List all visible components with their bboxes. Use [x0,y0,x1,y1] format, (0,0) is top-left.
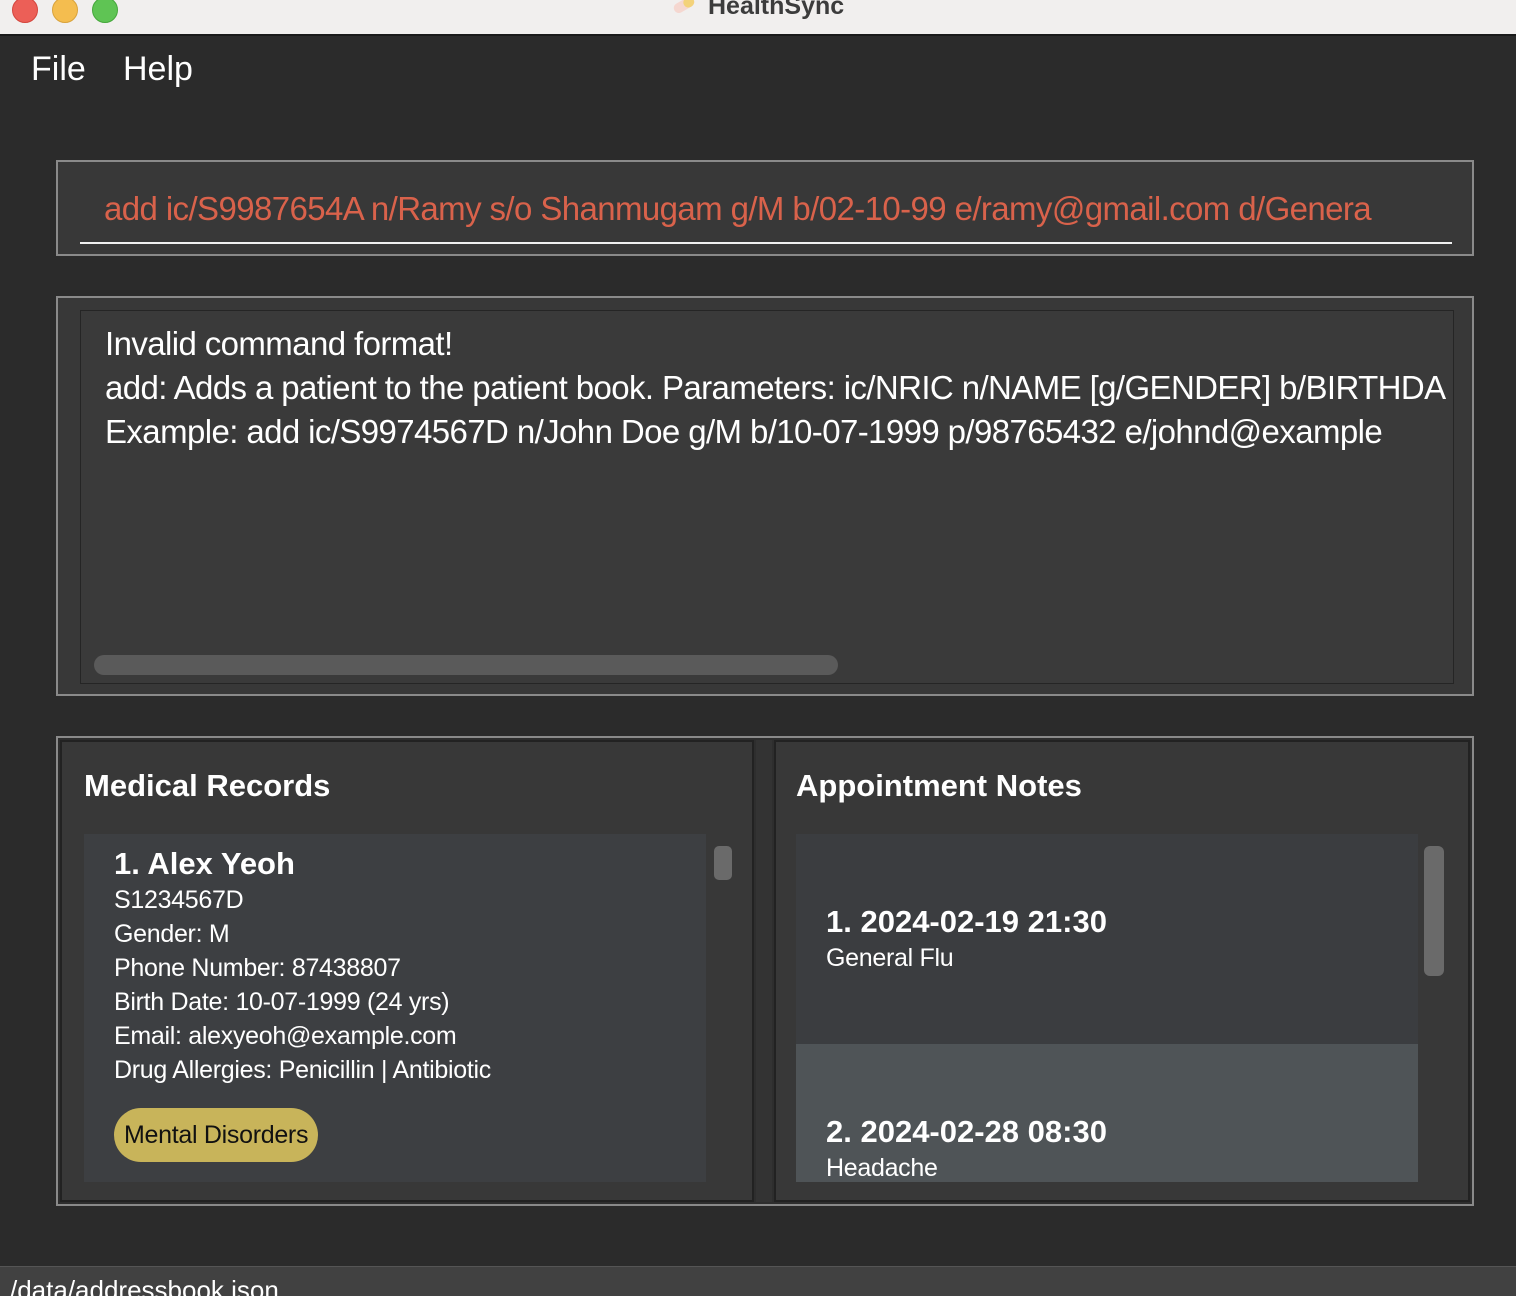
status-bar: /data/addressbook.json [0,1266,1516,1296]
window-title: HealthSync [708,0,845,20]
command-box: add ic/S9987654A n/Ramy s/o Shanmugam g/… [56,160,1474,256]
maximize-window-button[interactable] [92,0,118,23]
close-window-button[interactable] [12,0,38,23]
menu-file[interactable]: File [31,50,86,89]
menu-help[interactable]: Help [123,50,193,89]
command-input[interactable]: add ic/S9987654A n/Ramy s/o Shanmugam g/… [80,176,1452,244]
patient-birth-date: Birth Date: 10-07-1999 (24 yrs) [114,988,450,1016]
result-display[interactable]: Invalid command format! add: Adds a pati… [80,310,1454,684]
patient-email: Email: alexyeoh@example.com [114,1022,457,1050]
title-bar: HealthSync [0,0,1516,36]
split-divider[interactable] [756,740,772,1202]
appointment-notes-list[interactable]: 1. 2024-02-19 21:30 General Flu 2. 2024-… [796,834,1418,1182]
appointment-note-datetime: 1. 2024-02-19 21:30 [826,904,1107,939]
appointment-note-description: Headache [826,1154,938,1182]
patient-list[interactable]: 1. Alex Yeoh S1234567D Gender: M Phone N… [84,834,706,1182]
patient-card[interactable]: 1. Alex Yeoh S1234567D Gender: M Phone N… [84,834,706,1182]
medical-records-title: Medical Records [84,768,331,803]
appointment-notes-title: Appointment Notes [796,768,1082,803]
patient-drug-allergies: Drug Allergies: Penicillin | Antibiotic [114,1056,491,1084]
horizontal-scrollbar[interactable] [94,655,838,675]
minimize-window-button[interactable] [52,0,78,23]
appointment-note-item[interactable]: 1. 2024-02-19 21:30 General Flu [796,834,1418,1044]
patient-nric: S1234567D [114,886,244,914]
patient-phone: Phone Number: 87438807 [114,954,401,982]
appointment-notes-scrollbar[interactable] [1424,846,1444,976]
appointment-notes-panel: Appointment Notes 1. 2024-02-19 21:30 Ge… [774,740,1470,1202]
appointment-note-item[interactable]: 2. 2024-02-28 08:30 Headache [796,1044,1418,1182]
medical-records-panel: Medical Records 1. Alex Yeoh S1234567D G… [60,740,754,1202]
result-line: Example: add ic/S9974567D n/John Doe g/M… [105,413,1383,450]
status-file-path: /data/addressbook.json [10,1275,279,1296]
pill-icon [673,0,695,13]
patient-name: 1. Alex Yeoh [114,846,295,881]
result-line: Invalid command format! [105,325,453,362]
appointment-note-datetime: 2. 2024-02-28 08:30 [826,1114,1107,1149]
menu-bar: File Help [0,38,1516,100]
patient-gender: Gender: M [114,920,230,948]
split-pane: Medical Records 1. Alex Yeoh S1234567D G… [56,736,1474,1206]
result-line: add: Adds a patient to the patient book.… [105,369,1446,406]
patient-tag: Mental Disorders [114,1108,319,1162]
patient-list-scrollbar[interactable] [714,846,732,880]
appointment-note-description: General Flu [826,944,954,972]
result-display-panel: Invalid command format! add: Adds a pati… [56,296,1474,696]
